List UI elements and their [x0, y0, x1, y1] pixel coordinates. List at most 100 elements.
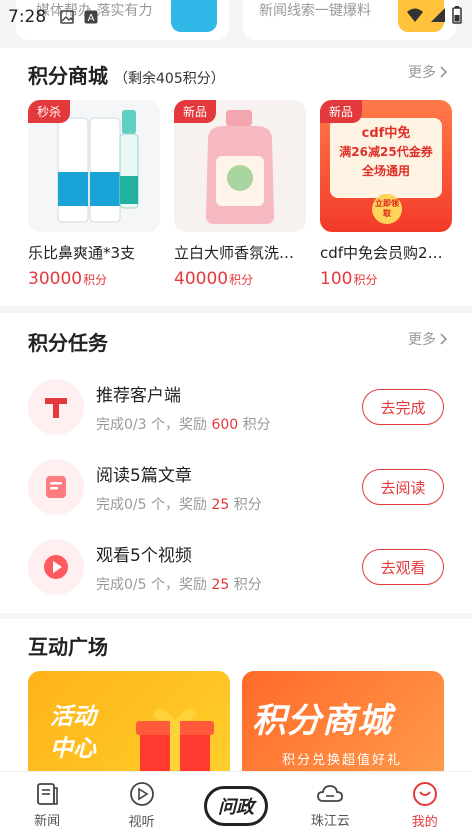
- product-name: cdf中免会员购25…: [320, 244, 452, 262]
- task-row-recommend: 推荐客户端 完成0/3 个，奖励 600 积分 去完成: [28, 367, 444, 447]
- task-desc: 完成0/3 个，奖励 600 积分: [96, 414, 271, 434]
- task-text: 阅读5篇文章 完成0/5 个，奖励 25 积分: [96, 461, 262, 514]
- activity-title-line2: 中心: [50, 736, 96, 762]
- points-shop-card-subtitle: 积分兑换超值好礼: [282, 753, 403, 768]
- task-desc: 完成0/5 个，奖励 25 积分: [96, 494, 262, 514]
- points-shop-card[interactable]: 积分商城 积分兑换超值好礼: [242, 671, 444, 775]
- tab-label: 视听: [128, 815, 155, 830]
- interactive-plaza-section: 互动广场 活动 中心 积分商城 积分兑换超值好礼: [0, 619, 472, 775]
- points-shop-title: 积分商城: [28, 64, 108, 88]
- price-unit: 积分: [229, 273, 254, 287]
- points-shop-section: 积分商城 （剩余405积分） 更多 秒杀 乐比鼻爽通*3支 30000积分 新品…: [0, 48, 472, 306]
- task-progress: 完成0/3 个，奖励: [96, 416, 207, 433]
- task-action-button[interactable]: 去观看: [362, 549, 444, 585]
- svg-text:A: A: [88, 13, 95, 24]
- status-bar: 7:28 A: [0, 0, 472, 34]
- chevron-right-icon: [440, 333, 448, 345]
- product-item[interactable]: 新品 立白大师香氛洗衣… 40000积分: [174, 100, 306, 289]
- product-tag: 新品: [174, 100, 217, 123]
- task-title: 观看5个视频: [96, 545, 192, 566]
- newspaper-icon: [37, 783, 58, 805]
- points-task-title: 积分任务: [28, 331, 108, 355]
- product-item[interactable]: 秒杀 乐比鼻爽通*3支 30000积分: [28, 100, 160, 289]
- plaza-cards: 活动 中心 积分商城 积分兑换超值好礼: [28, 671, 444, 775]
- product-image: cdf中免 满26减25代金券 全场通用 立即领取 新品: [320, 100, 452, 232]
- image-icon: [60, 10, 74, 24]
- task-reward: 600: [211, 416, 239, 433]
- play-video-icon: [28, 539, 84, 595]
- coupon-claim-badge: 立即领取: [372, 194, 402, 224]
- points-task-section: 积分任务 更多 推荐客户端 完成0/3 个，奖励 600 积分 去完成 阅读5篇…: [0, 313, 472, 613]
- points-remaining: （剩余405积分）: [114, 71, 225, 87]
- product-price: 30000积分: [28, 269, 160, 289]
- task-progress: 完成0/5 个，奖励: [96, 576, 207, 593]
- tab-zhujiang-cloud[interactable]: 珠江云: [290, 782, 370, 829]
- product-price: 40000积分: [174, 269, 306, 289]
- cloud-icon: [317, 785, 344, 802]
- product-name: 乐比鼻爽通*3支: [28, 244, 136, 262]
- price-value: 40000: [174, 269, 229, 289]
- tab-label: 新闻: [34, 814, 61, 829]
- product-tag: 秒杀: [28, 100, 71, 123]
- points-shop-header: 积分商城 （剩余405积分） 更多: [28, 60, 448, 89]
- status-right: [406, 6, 462, 24]
- task-list: 推荐客户端 完成0/3 个，奖励 600 积分 去完成 阅读5篇文章 完成0/5…: [28, 367, 444, 607]
- task-reward-unit: 积分: [242, 416, 271, 433]
- tab-mine[interactable]: 我的: [385, 781, 465, 830]
- task-action-button[interactable]: 去完成: [362, 389, 444, 425]
- price-unit: 积分: [353, 273, 378, 287]
- task-text: 观看5个视频 完成0/5 个，奖励 25 积分: [96, 541, 262, 594]
- product-image: 秒杀: [28, 100, 160, 232]
- status-time: 7:28: [8, 7, 47, 27]
- wenzheng-logo: 问政: [203, 785, 268, 826]
- product-image: 新品: [174, 100, 306, 232]
- tab-label: 珠江云: [310, 814, 350, 829]
- product-name: 立白大师香氛洗衣…: [174, 244, 306, 262]
- points-task-header: 积分任务 更多: [28, 327, 448, 356]
- task-reward: 25: [211, 576, 230, 593]
- profile-icon: [412, 782, 437, 806]
- coupon-brand: cdf中免: [361, 126, 411, 141]
- price-value: 30000: [28, 269, 83, 289]
- font-a-icon: A: [84, 10, 98, 24]
- plaza-title: 互动广场: [28, 635, 108, 659]
- tab-video[interactable]: 视听: [102, 781, 182, 830]
- tab-wenzheng[interactable]: 问政: [196, 785, 276, 826]
- task-row-video: 观看5个视频 完成0/5 个，奖励 25 积分 去观看: [28, 527, 444, 607]
- signal-icon: [431, 8, 445, 22]
- coupon-scope: 全场通用: [361, 164, 410, 178]
- product-price: 100积分: [320, 269, 452, 289]
- tab-label: 我的: [411, 815, 438, 830]
- coupon-card: cdf中免 满26减25代金券 全场通用: [330, 118, 442, 198]
- task-reward-unit: 积分: [233, 576, 262, 593]
- chevron-right-icon: [440, 66, 448, 78]
- task-action-button[interactable]: 去阅读: [362, 469, 444, 505]
- points-shop-more-link[interactable]: 更多: [408, 62, 448, 82]
- points-shop-more-label: 更多: [408, 65, 436, 81]
- status-icons: A: [60, 10, 98, 24]
- coupon-offer: 满26减25代金券: [339, 145, 433, 159]
- product-list: 秒杀 乐比鼻爽通*3支 30000积分 新品 立白大师香氛洗衣… 40000积分: [28, 100, 452, 289]
- tab-news[interactable]: 新闻: [7, 782, 87, 829]
- points-shop-card-title: 积分商城: [252, 701, 392, 741]
- price-unit: 积分: [83, 273, 108, 287]
- article-icon: [28, 459, 84, 515]
- play-circle-icon: [129, 782, 154, 806]
- activity-center-card[interactable]: 活动 中心: [28, 671, 230, 775]
- product-item[interactable]: cdf中免 满26减25代金券 全场通用 立即领取 新品 cdf中免会员购25……: [320, 100, 452, 289]
- task-progress: 完成0/5 个，奖励: [96, 496, 207, 513]
- share-app-icon: [28, 379, 84, 435]
- plaza-header: 互动广场: [28, 631, 448, 660]
- task-reward-unit: 积分: [233, 496, 262, 513]
- task-desc: 完成0/5 个，奖励 25 积分: [96, 574, 262, 594]
- battery-icon: [452, 6, 462, 24]
- points-task-more-link[interactable]: 更多: [408, 329, 448, 349]
- price-value: 100: [320, 269, 353, 289]
- wifi-icon: [407, 8, 423, 22]
- task-title: 阅读5篇文章: [96, 465, 192, 486]
- task-reward: 25: [211, 496, 230, 513]
- task-row-read: 阅读5篇文章 完成0/5 个，奖励 25 积分 去阅读: [28, 447, 444, 527]
- task-title: 推荐客户端: [96, 385, 181, 406]
- bottom-tab-bar: 新闻 视听 问政 珠江云 我的: [0, 771, 472, 839]
- activity-title-line1: 活动: [50, 704, 96, 730]
